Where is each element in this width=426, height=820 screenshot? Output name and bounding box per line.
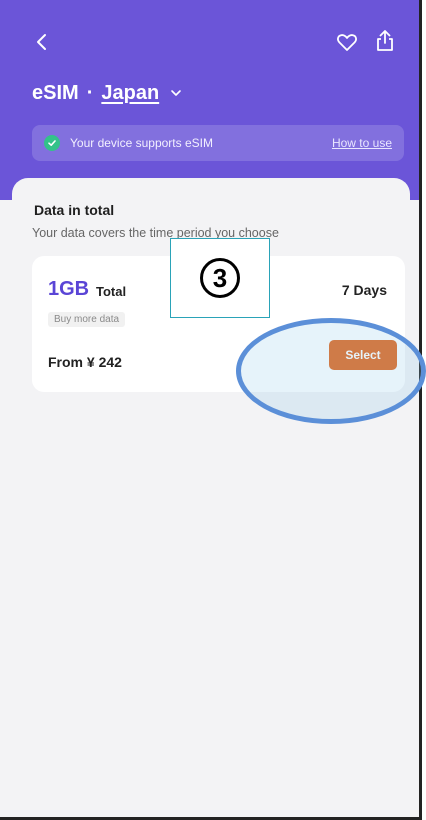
check-circle-icon [44, 135, 60, 151]
data-total-label: Total [96, 284, 127, 299]
step-number-badge: 3 [200, 258, 240, 298]
buy-more-data-tag[interactable]: Buy more data [48, 312, 126, 327]
title-separator: · [86, 81, 94, 104]
app-screen: eSIM · Japan Your device supports eSIM H… [0, 0, 422, 820]
chevron-left-icon[interactable] [30, 30, 54, 54]
heart-icon[interactable] [335, 30, 359, 54]
page-title: eSIM · Japan [32, 78, 183, 108]
how-to-use-link[interactable]: How to use [332, 136, 392, 150]
select-button[interactable]: Select [329, 340, 397, 370]
esim-support-banner: Your device supports eSIM How to use [32, 125, 404, 161]
country-selector[interactable]: Japan [101, 82, 159, 105]
chevron-down-icon[interactable] [169, 86, 183, 100]
step-annotation-box: 3 [170, 238, 270, 318]
share-icon[interactable] [373, 28, 397, 54]
section-title: Data in total [34, 202, 115, 218]
support-text: Your device supports eSIM [70, 136, 213, 150]
plan-price: From ¥ 242 [48, 354, 122, 370]
plan-duration: 7 Days [341, 282, 387, 298]
header: eSIM · Japan Your device supports eSIM H… [0, 0, 419, 200]
title-text: eSIM [32, 81, 79, 104]
data-amount: 1GB [48, 278, 90, 300]
